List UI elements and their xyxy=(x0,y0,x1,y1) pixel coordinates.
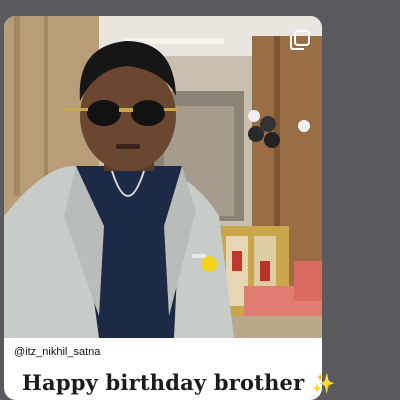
photo-image xyxy=(4,16,322,338)
multiple-images-icon[interactable] xyxy=(290,30,310,50)
story-caption: Happy birthday brother ✨ xyxy=(22,370,336,395)
caption-text: Happy birthday brother xyxy=(22,370,305,395)
post-username[interactable]: @itz_nikhil_satna xyxy=(14,346,100,358)
post-card[interactable]: @itz_nikhil_satna xyxy=(4,16,322,400)
sparkles-icon: ✨ xyxy=(311,373,336,395)
post-photo[interactable] xyxy=(4,16,322,338)
story-screen: @itz_nikhil_satna Happy birthday brother… xyxy=(0,0,400,400)
